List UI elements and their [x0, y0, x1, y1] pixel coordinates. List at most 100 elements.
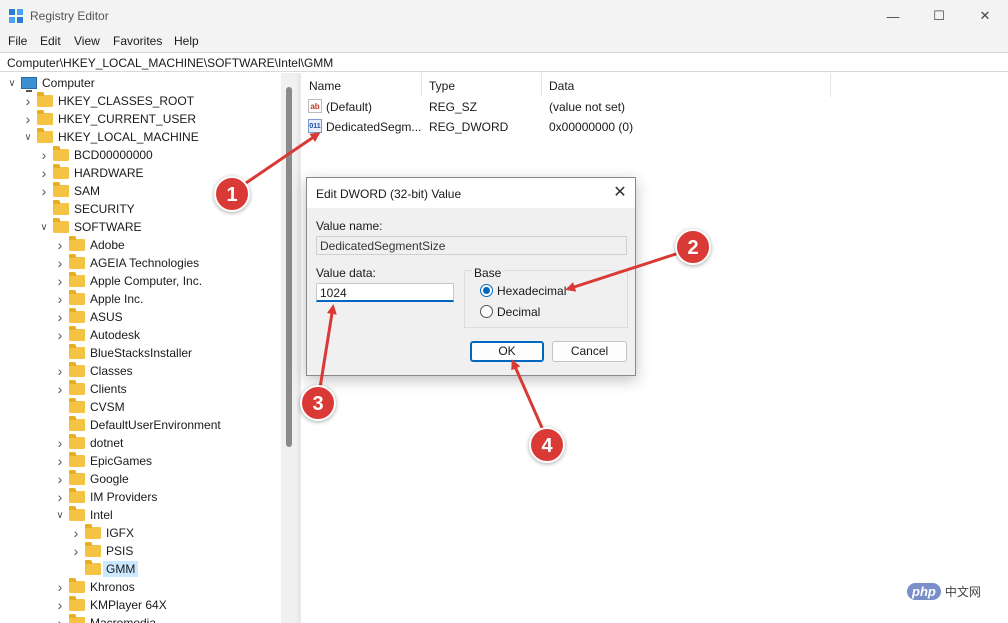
dialog-close-button[interactable]: ✕ — [609, 182, 631, 204]
menu-file[interactable]: File — [8, 34, 27, 48]
chevron-right-icon[interactable]: › — [54, 291, 66, 307]
tree-item[interactable]: › Apple Computer, Inc. — [54, 272, 202, 290]
menu-help[interactable]: Help — [174, 34, 199, 48]
tree-item[interactable]: › Adobe — [54, 236, 125, 254]
hexadecimal-radio[interactable] — [480, 284, 493, 297]
registry-tree[interactable]: ∨ Computer › HKEY_CLASSES_ROOT › HKEY_CURRENT… — [0, 73, 297, 623]
folder-icon — [69, 596, 85, 611]
tree-scrollbar-thumb[interactable] — [286, 87, 292, 447]
folder-icon — [85, 542, 101, 557]
tree-item[interactable]: ∨ Computer — [6, 74, 95, 92]
cancel-button[interactable]: Cancel — [552, 341, 627, 362]
address-bar[interactable]: Computer\HKEY_LOCAL_MACHINE\SOFTWARE\Int… — [0, 52, 1008, 72]
tree-item-label: Autodesk — [90, 328, 141, 342]
tree-item[interactable]: › BCD00000000 — [38, 146, 153, 164]
folder-icon — [69, 254, 85, 269]
tree-item-label: IM Providers — [90, 490, 158, 504]
chevron-down-icon[interactable]: ∨ — [38, 222, 50, 233]
chevron-right-icon[interactable]: › — [70, 525, 82, 541]
annotation-badge-3: 3 — [300, 385, 336, 421]
hexadecimal-label[interactable]: Hexadecimal — [497, 284, 566, 298]
tree-item[interactable]: ∨ HKEY_LOCAL_MACHINE — [22, 128, 199, 146]
binary-value-icon: 011 — [308, 119, 322, 133]
chevron-right-icon[interactable]: › — [54, 237, 66, 253]
tree-item[interactable]: ∨ SOFTWARE — [38, 218, 142, 236]
tree-item[interactable]: › EpicGames — [54, 452, 152, 470]
chevron-right-icon[interactable]: › — [54, 579, 66, 595]
chevron-right-icon[interactable]: › — [54, 273, 66, 289]
menu-edit[interactable]: Edit — [40, 34, 61, 48]
value-data-input[interactable]: 1024 — [316, 283, 454, 302]
tree-scrollbar[interactable] — [281, 73, 297, 623]
tree-item[interactable]: › Autodesk — [54, 326, 140, 344]
tree-item[interactable]: › Clients — [54, 380, 127, 398]
tree-item-label: SOFTWARE — [74, 220, 142, 234]
folder-icon — [69, 614, 85, 623]
tree-item[interactable]: › HARDWARE — [38, 164, 144, 182]
tree-item[interactable]: › dotnet — [54, 434, 123, 452]
tree-item[interactable]: › Google — [54, 470, 129, 488]
pane-splitter[interactable] — [297, 73, 301, 623]
tree-item[interactable]: › Macromedia — [54, 614, 156, 623]
value-row[interactable]: ab (Default) REG_SZ (value not set) — [302, 97, 1008, 117]
chevron-right-icon[interactable]: › — [22, 111, 34, 127]
tree-item-label: CVSM — [90, 400, 125, 414]
chevron-right-icon[interactable]: › — [54, 255, 66, 271]
menu-favorites[interactable]: Favorites — [113, 34, 162, 48]
tree-item[interactable]: › KMPlayer 64X — [54, 596, 167, 614]
chevron-right-icon[interactable]: › — [54, 615, 66, 623]
chevron-right-icon[interactable]: › — [70, 543, 82, 559]
column-header-type[interactable]: Type — [422, 73, 542, 97]
tree-item[interactable]: › Khronos — [54, 578, 135, 596]
chevron-right-icon[interactable]: › — [54, 327, 66, 343]
tree-item[interactable]: › HKEY_CLASSES_ROOT — [22, 92, 194, 110]
tree-item-label: HKEY_CURRENT_USER — [58, 112, 197, 126]
tree-item[interactable]: CVSM — [54, 398, 125, 416]
chevron-right-icon[interactable]: › — [54, 363, 66, 379]
decimal-radio[interactable] — [480, 305, 493, 318]
close-button[interactable]: ✕ — [962, 0, 1008, 32]
tree-item[interactable]: DefaultUserEnvironment — [54, 416, 221, 434]
decimal-label[interactable]: Decimal — [497, 305, 540, 319]
maximize-button[interactable]: ☐ — [916, 0, 962, 32]
tree-item[interactable]: GMM — [70, 560, 139, 578]
tree-item[interactable]: BlueStacksInstaller — [54, 344, 192, 362]
chevron-right-icon[interactable]: › — [54, 471, 66, 487]
tree-item[interactable]: ∨ Intel — [54, 506, 113, 524]
column-header-data[interactable]: Data — [542, 73, 831, 97]
minimize-button[interactable]: — — [870, 0, 916, 32]
tree-item[interactable]: › AGEIA Technologies — [54, 254, 199, 272]
tree-item[interactable]: SECURITY — [38, 200, 135, 218]
tree-item[interactable]: › Apple Inc. — [54, 290, 143, 308]
chevron-right-icon[interactable]: › — [38, 165, 50, 181]
annotation-badge-4: 4 — [529, 427, 565, 463]
column-header-name[interactable]: Name — [302, 73, 422, 97]
value-name-field[interactable]: DedicatedSegmentSize — [316, 236, 627, 255]
chevron-right-icon[interactable]: › — [54, 309, 66, 325]
tree-item[interactable]: › PSIS — [70, 542, 133, 560]
tree-item[interactable]: › SAM — [38, 182, 100, 200]
chevron-right-icon[interactable]: › — [54, 453, 66, 469]
edit-dword-dialog: Edit DWORD (32-bit) Value ✕ Value name: … — [306, 177, 636, 376]
chevron-down-icon[interactable]: ∨ — [54, 510, 66, 521]
tree-item[interactable]: › IM Providers — [54, 488, 157, 506]
chevron-right-icon[interactable]: › — [54, 381, 66, 397]
chevron-right-icon[interactable]: › — [54, 489, 66, 505]
value-row[interactable]: 011 DedicatedSegm... REG_DWORD 0x0000000… — [302, 117, 1008, 137]
menu-bar: File Edit View Favorites Help — [0, 32, 1008, 52]
chevron-right-icon[interactable]: › — [38, 183, 50, 199]
chevron-right-icon[interactable]: › — [54, 597, 66, 613]
ok-button[interactable]: OK — [470, 341, 544, 362]
chevron-right-icon[interactable]: › — [54, 435, 66, 451]
chevron-right-icon[interactable]: › — [22, 93, 34, 109]
chevron-down-icon[interactable]: ∨ — [6, 78, 18, 89]
tree-item[interactable]: › HKEY_CURRENT_USER — [22, 110, 196, 128]
tree-item[interactable]: › Classes — [54, 362, 133, 380]
menu-view[interactable]: View — [74, 34, 100, 48]
value-name-label: Value name: — [316, 219, 383, 233]
window-title: Registry Editor — [30, 9, 109, 23]
tree-item[interactable]: › IGFX — [70, 524, 134, 542]
chevron-down-icon[interactable]: ∨ — [22, 132, 34, 143]
tree-item[interactable]: › ASUS — [54, 308, 123, 326]
chevron-right-icon[interactable]: › — [38, 147, 50, 163]
